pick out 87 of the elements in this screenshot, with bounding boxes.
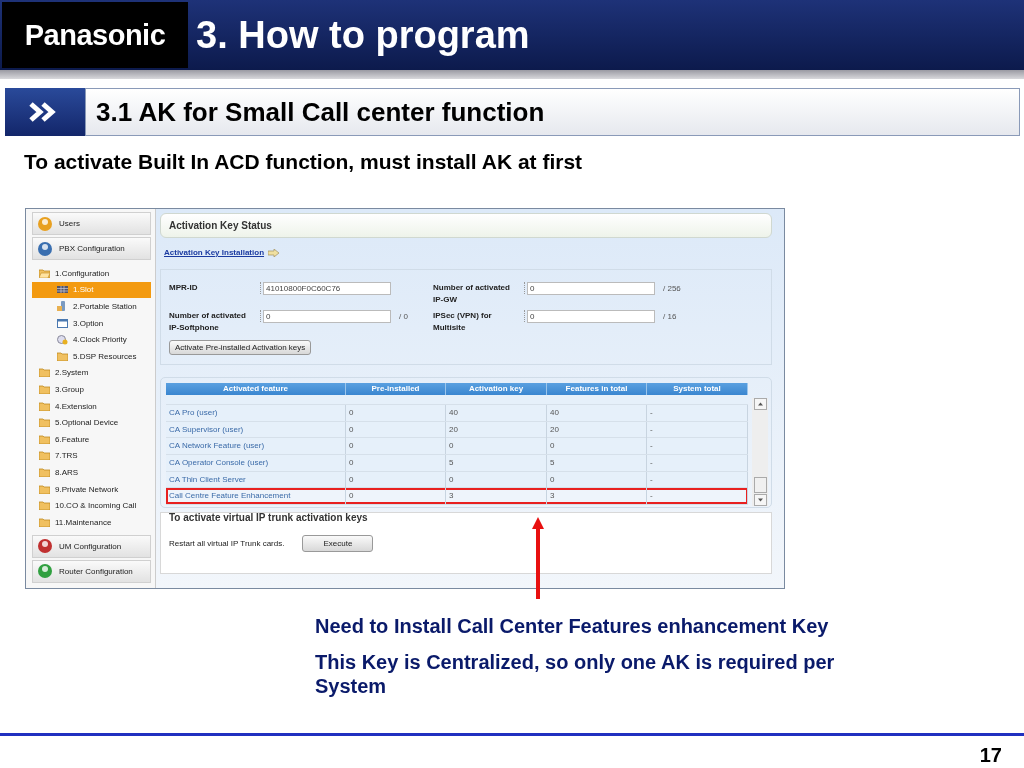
section-title: 3.1 AK for Small Call center function — [85, 88, 1020, 136]
tree-item[interactable]: 4.Extension — [32, 397, 151, 415]
section-icon — [37, 215, 53, 232]
group-title: To activate virtual IP trunk activation keys — [169, 512, 369, 523]
tree-item[interactable]: 3.Option — [32, 314, 151, 332]
input-field[interactable]: 0 — [527, 310, 655, 323]
tree-item[interactable]: 9.Private Network — [32, 480, 151, 498]
window-icon — [57, 318, 68, 328]
field-label: MPR-ID — [169, 282, 199, 294]
table-cell: 0 — [446, 438, 547, 455]
installation-link[interactable]: Activation Key Installation — [164, 248, 265, 257]
field-limit: / 0 — [399, 312, 408, 321]
note-text: Need to Install Call Center Features enhancement Key — [315, 614, 830, 638]
table-cell: CA Operator Console (user) — [166, 455, 346, 472]
tree-item[interactable]: 7.TRS — [32, 447, 151, 465]
table-cell: - — [647, 421, 748, 438]
field-label: IPSec (VPN) for Multisite — [433, 310, 493, 334]
sidebar-section[interactable]: Router Configuration — [32, 559, 151, 583]
table-cell: CA Pro (user) — [166, 405, 346, 421]
table-cell: 40 — [547, 405, 647, 421]
table-cell: 20 — [446, 421, 547, 438]
slide-heading: To activate Built In ACD function, must install AK at first — [24, 150, 584, 174]
field-label: Number of activated IP-Softphone — [169, 310, 247, 334]
table-cell: 0 — [346, 488, 446, 505]
table-cell: - — [647, 488, 748, 505]
input-field[interactable]: 41010800F0C60C76 — [263, 282, 391, 295]
handset-icon — [57, 301, 68, 312]
sidebar-section[interactable]: Users — [32, 212, 151, 235]
tree-item[interactable]: 8.ARS — [32, 464, 151, 481]
table-cell: 0 — [547, 438, 647, 455]
tree-item[interactable]: 6.Feature — [32, 430, 151, 448]
section-icon — [37, 240, 53, 257]
table-cell: 5 — [446, 455, 547, 472]
table-cell: CA Thin Client Server — [166, 471, 346, 488]
tree-item[interactable]: 11.Maintenance — [32, 513, 151, 531]
clock-icon — [57, 334, 68, 345]
table-cell: 0 — [346, 455, 446, 472]
page-number: 17 — [979, 744, 1002, 767]
tree-item[interactable]: 5.Optional Device — [32, 414, 151, 431]
table-cell: 5 — [547, 455, 647, 472]
input-field[interactable]: 0 — [263, 310, 391, 323]
table-cell: 0 — [346, 438, 446, 455]
table-cell: 3 — [547, 488, 647, 505]
scrollbar[interactable] — [752, 398, 768, 506]
table-cell: - — [647, 405, 748, 421]
tree-item[interactable]: 4.Clock Priority — [32, 331, 151, 348]
tree-item[interactable]: 2.Portable Station — [32, 298, 151, 315]
scroll-thumb[interactable] — [753, 477, 767, 493]
table-cell: - — [647, 471, 748, 488]
tree-item[interactable]: 5.DSP Resources — [32, 347, 151, 365]
section-icon — [37, 538, 53, 554]
field-limit: / 256 — [663, 284, 681, 293]
slide-title: 3. How to program — [196, 13, 530, 57]
tree-item[interactable]: 3.Group — [32, 381, 151, 398]
grid-icon — [57, 285, 68, 295]
table-cell: 0 — [346, 405, 446, 421]
table-cell: 40 — [446, 405, 547, 421]
table-cell: CA Supervisor (user) — [166, 421, 346, 438]
table-cell: 3 — [446, 488, 547, 505]
field-label: Number of activated IP-GW — [433, 282, 511, 306]
table-cell: 0 — [346, 421, 446, 438]
tree-item[interactable]: 2.System — [32, 364, 151, 382]
restart-text: Restart all virtual IP Trunk cards. — [169, 539, 285, 548]
table-cell: 0 — [346, 471, 446, 488]
tree-item[interactable]: 1.Configuration — [32, 265, 151, 282]
sidebar-section[interactable]: UM Configuration — [32, 534, 151, 558]
table-cell: CA Network Feature (user) — [166, 438, 346, 455]
table-cell: Call Centre Feature Enhancement — [166, 488, 346, 505]
table-cell: 20 — [547, 421, 647, 438]
sidebar-section[interactable]: PBX Configuration — [32, 237, 151, 260]
field-limit: / 16 — [663, 312, 677, 321]
right-arrow-icon — [268, 248, 280, 257]
tree-item[interactable]: 10.CO & Incoming Call — [32, 497, 151, 514]
table-cell: - — [647, 455, 748, 472]
execute-button[interactable]: Execute — [302, 535, 374, 552]
input-field[interactable]: 0 — [527, 282, 655, 295]
section-icon — [37, 563, 53, 579]
folder-icon — [57, 351, 68, 361]
scroll-up-icon[interactable] — [753, 398, 767, 410]
table-cell: 0 — [547, 471, 647, 488]
panel-title: Activation Key Status — [160, 213, 772, 238]
note-text: This Key is Centralized, so only one AK is required per System — [315, 650, 836, 698]
activate-button[interactable]: Activate Pre-installed Activation keys — [169, 340, 312, 355]
scroll-down-icon[interactable] — [753, 494, 767, 506]
table-cell: - — [647, 438, 748, 455]
logo: Panasonic — [2, 2, 188, 68]
table-cell: 0 — [446, 471, 547, 488]
